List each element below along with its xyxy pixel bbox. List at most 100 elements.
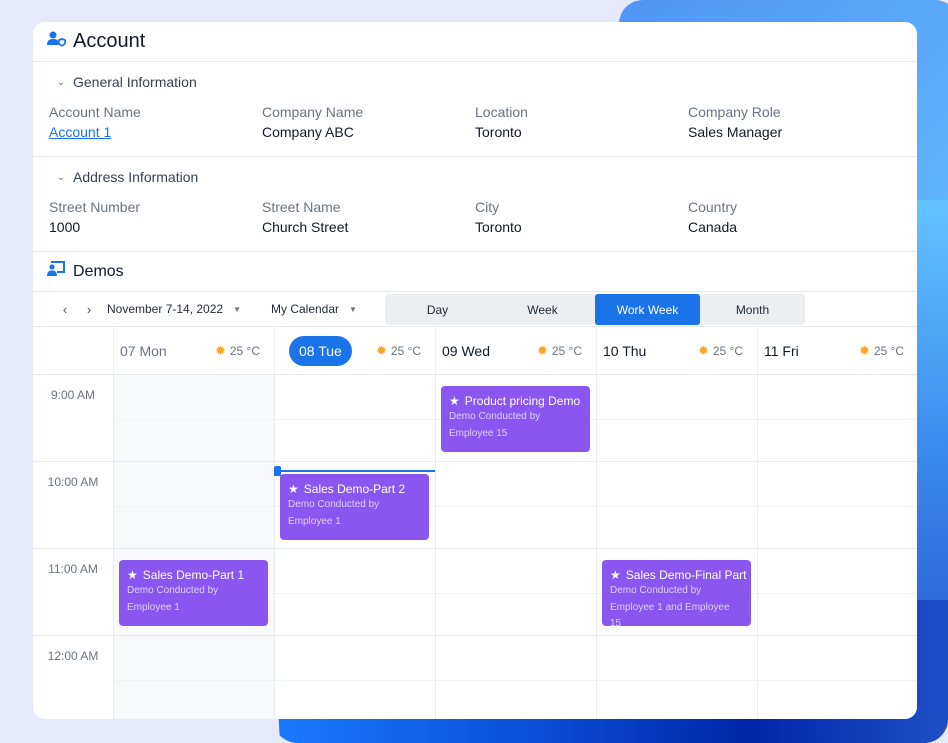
hour-line [113, 461, 917, 462]
event-title-text: Sales Demo-Part 1 [142, 568, 245, 582]
event-title: ★ Sales Demo-Final Part [610, 568, 746, 582]
field-value: Canada [688, 219, 738, 235]
temperature: 25 °C [229, 343, 260, 358]
field-value: Church Street [262, 219, 349, 235]
hour-line [113, 635, 917, 636]
field-value: Sales Manager [688, 124, 783, 140]
demos-title: Demos [73, 262, 124, 280]
previous-button[interactable]: ‹ [55, 302, 75, 317]
address-information-toggle[interactable]: ⌄ Address Information [49, 157, 901, 197]
time-label: 12:00 AM [33, 636, 113, 719]
field-label: Location [475, 104, 528, 120]
day-column[interactable] [113, 375, 274, 719]
sun-icon: ✹ [697, 342, 709, 358]
temperature: 25 °C [390, 343, 421, 358]
chevron-down-icon: ⌄ [56, 76, 66, 88]
next-button[interactable]: › [79, 302, 99, 317]
account-name-link[interactable]: Account 1 [49, 122, 262, 142]
field: Account Name Account 1 [49, 102, 262, 142]
day-header[interactable]: 08 Tue ✹ 25 °C [274, 327, 435, 375]
calendar-toolbar: ‹ › November 7-14, 2022 ▼ My Calendar ▼ … [33, 292, 917, 327]
temperature: 25 °C [873, 343, 904, 358]
half-hour-line [113, 505, 917, 507]
field-label: Street Name [262, 199, 341, 215]
date-range-label: November 7-14, 2022 [107, 302, 224, 316]
address-fields: Street Number 1000 Street Name Church Stree… [49, 197, 901, 251]
time-header-spacer [33, 327, 113, 375]
event-title-text: Product pricing Demo [464, 394, 581, 408]
caret-down-icon: ▼ [349, 304, 357, 314]
event-subtitle: Employee 1 [127, 602, 180, 613]
view-month-button[interactable]: Month [700, 294, 805, 325]
weather: ✹ 25 °C [537, 343, 582, 359]
section-label: Address Information [73, 169, 199, 185]
field: Location Toronto [475, 102, 688, 142]
event-subtitle: Employee 15 [449, 428, 508, 439]
field-value: Company ABC [262, 124, 354, 140]
calendar-event[interactable]: ★ Sales Demo-Part 1 Demo Conducted by Emplo… [119, 560, 268, 626]
general-information-toggle[interactable]: ⌄ General Information [49, 62, 901, 102]
field-value: Toronto [475, 219, 522, 235]
calendar-dropdown[interactable]: My Calendar ▼ [271, 302, 357, 316]
demos-header: Demos [33, 252, 917, 292]
field-label: Street Number [49, 199, 141, 215]
field: Street Name Church Street [262, 197, 475, 237]
field-label: City [475, 199, 500, 215]
account-card: Account ⌄ General Information Account Na… [33, 22, 917, 719]
field-label: Company Role [688, 104, 781, 120]
event-title: ★ Product pricing Demo [449, 394, 582, 408]
star-icon: ★ [127, 568, 138, 582]
event-subtitle: Demo Conducted by [449, 411, 541, 422]
time-column: 9:00 AM 10:00 AM 11:00 AM 12:00 AM [33, 375, 113, 719]
event-title: ★ Sales Demo-Part 2 [288, 482, 421, 496]
field-value: 1000 [49, 219, 81, 235]
day-label: 09 Wed [442, 342, 490, 359]
day-header[interactable]: 11 Fri ✹ 25 °C [757, 327, 917, 375]
view-week-button[interactable]: Week [490, 294, 595, 325]
weather: ✹ 25 °C [698, 343, 743, 359]
day-column[interactable] [596, 375, 757, 719]
account-user-icon [47, 31, 67, 52]
time-label: 9:00 AM [33, 375, 113, 462]
field: Street Number 1000 [49, 197, 262, 237]
event-title-text: Sales Demo-Final Part [625, 568, 747, 582]
caret-down-icon: ▼ [233, 304, 241, 314]
view-day-button[interactable]: Day [385, 294, 490, 325]
hour-line [113, 548, 917, 549]
day-label: 11 Fri [764, 342, 799, 359]
day-column[interactable] [274, 375, 435, 719]
section-label: General Information [73, 74, 197, 90]
view-switcher: Day Week Work Week Month [385, 294, 805, 325]
day-header[interactable]: 07 Mon ✹ 25 °C [113, 327, 274, 375]
general-fields: Account Name Account 1 Company Name Company… [49, 102, 901, 156]
calendar-grid: 9:00 AM 10:00 AM 11:00 AM 12:00 AM 07 Mon ✹ 25… [33, 327, 917, 719]
view-work-week-button[interactable]: Work Week [595, 294, 700, 325]
field-value: Toronto [475, 124, 522, 140]
current-time-line [274, 470, 435, 472]
calendar-event[interactable]: ★ Sales Demo-Final Part Demo Conducted by E… [602, 560, 751, 629]
star-icon: ★ [449, 394, 460, 408]
day-header[interactable]: 10 Thu ✹ 25 °C [596, 327, 757, 375]
calendar-event[interactable]: ★ Sales Demo-Part 2 Demo Conducted by Emplo… [280, 474, 429, 540]
calendar-event[interactable]: ★ Product pricing Demo Demo Conducted by Em… [441, 386, 590, 452]
temperature: 25 °C [712, 343, 743, 358]
day-label: 08 Tue [289, 335, 352, 366]
presentation-icon [47, 261, 65, 282]
field: Country Canada [688, 197, 901, 237]
time-label: 11:00 AM [33, 549, 113, 636]
sun-icon: ✹ [375, 342, 387, 358]
event-subtitle: Demo Conducted by [127, 585, 219, 596]
event-subtitle: Demo Conducted by [288, 499, 380, 510]
account-header: Account [33, 22, 917, 62]
field: Company Name Company ABC [262, 102, 475, 142]
event-title-text: Sales Demo-Part 2 [303, 482, 406, 496]
day-column[interactable] [757, 375, 917, 719]
event-subtitle: Employee 1 and Employee 15 [610, 602, 730, 629]
weather: ✹ 25 °C [376, 343, 421, 359]
day-header[interactable]: 09 Wed ✹ 25 °C [435, 327, 596, 375]
account-title: Account [73, 30, 146, 52]
time-label: 10:00 AM [33, 462, 113, 549]
date-range-dropdown[interactable]: November 7-14, 2022 ▼ [107, 302, 241, 316]
weather: ✹ 25 °C [215, 343, 260, 359]
sun-icon: ✹ [214, 342, 226, 358]
